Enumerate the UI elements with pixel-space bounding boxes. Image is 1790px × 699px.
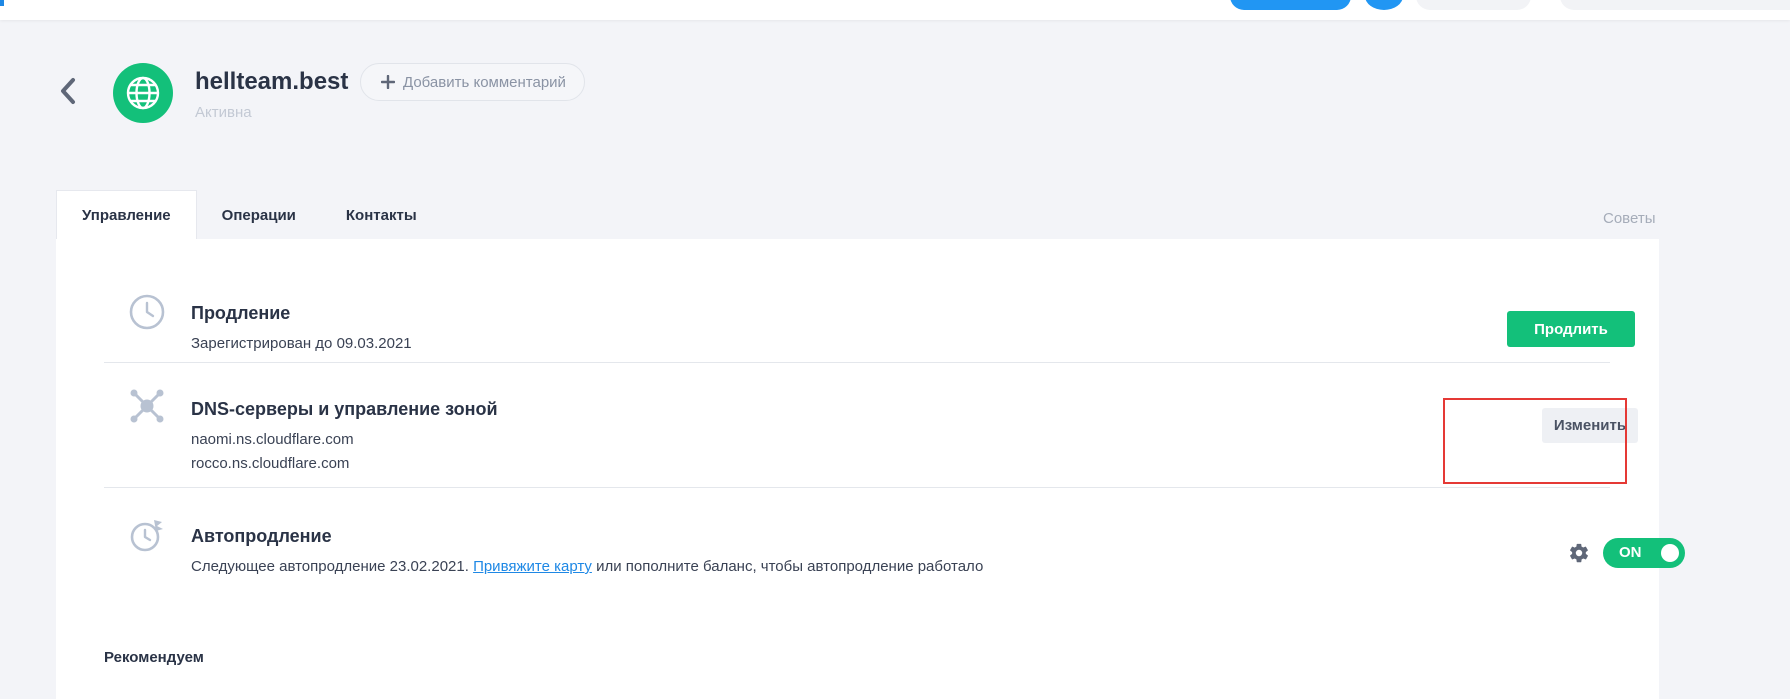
gear-icon[interactable] xyxy=(1568,542,1590,564)
autorenew-hint: или пополните баланс, чтобы автопродлени… xyxy=(596,558,984,575)
domain-avatar xyxy=(113,63,173,123)
recommend-heading: Рекомендуем xyxy=(104,649,204,666)
autorenew-toggle[interactable]: ON xyxy=(1603,538,1685,568)
dns-server-2: rocco.ns.cloudflare.com xyxy=(191,455,350,472)
add-comment-label: Добавить комментарий xyxy=(403,73,566,91)
autorenew-description: Следующее автопродление 23.02.2021. Прив… xyxy=(191,555,983,579)
bind-card-link[interactable]: Привяжите карту xyxy=(473,558,592,575)
autorenew-next-date: Следующее автопродление 23.02.2021. xyxy=(191,558,469,575)
top-search-input[interactable] xyxy=(1560,0,1790,10)
top-bar xyxy=(0,0,1790,20)
user-avatar[interactable] xyxy=(1365,0,1403,10)
dns-server-1: naomi.ns.cloudflare.com xyxy=(191,431,354,448)
tab-operations[interactable]: Операции xyxy=(197,190,321,240)
renewal-title: Продление xyxy=(191,303,291,323)
network-icon xyxy=(130,389,164,423)
management-panel: Продление Зарегистрирован до 09.03.2021 … xyxy=(56,239,1685,699)
top-accent xyxy=(0,0,4,6)
autorenew-section: Автопродление Следующее автопродление 23… xyxy=(104,488,1685,588)
tab-contacts[interactable]: Контакты xyxy=(321,190,442,240)
tab-management[interactable]: Управление xyxy=(56,190,197,240)
autorenew-title: Автопродление xyxy=(191,526,332,546)
status-text: Активна xyxy=(195,104,252,121)
renew-button[interactable]: Продлить xyxy=(1507,311,1635,347)
change-dns-button[interactable]: Изменить xyxy=(1542,408,1638,443)
tips-link[interactable]: Советы xyxy=(1603,210,1655,227)
back-button[interactable] xyxy=(56,74,80,108)
top-menu-pill[interactable] xyxy=(1416,0,1531,10)
globe-icon xyxy=(126,76,160,110)
renewal-expiry: Зарегистрирован до 09.03.2021 xyxy=(191,335,412,352)
clock-renew-icon xyxy=(130,520,163,552)
dns-section: DNS-серверы и управление зоной naomi.ns.… xyxy=(104,363,1638,488)
dns-text: DNS-серверы и управление зоной naomi.ns.… xyxy=(191,399,498,476)
clock-icon xyxy=(129,294,165,330)
renewal-section: Продление Зарегистрирован до 09.03.2021 … xyxy=(104,265,1635,363)
dns-title: DNS-серверы и управление зоной xyxy=(191,399,498,419)
toggle-label: ON xyxy=(1619,544,1642,561)
page-title: hellteam.best xyxy=(195,68,349,95)
chevron-left-icon xyxy=(61,78,75,104)
toggle-knob xyxy=(1661,544,1679,562)
tab-bar: Управление Операции Контакты xyxy=(56,190,442,240)
renewal-text: Продление Зарегистрирован до 09.03.2021 xyxy=(191,303,412,356)
add-comment-button[interactable]: Добавить комментарий xyxy=(360,63,585,101)
plus-icon xyxy=(381,75,395,89)
autorenew-text: Автопродление Следующее автопродление 23… xyxy=(191,526,983,579)
top-primary-button[interactable] xyxy=(1230,0,1351,10)
